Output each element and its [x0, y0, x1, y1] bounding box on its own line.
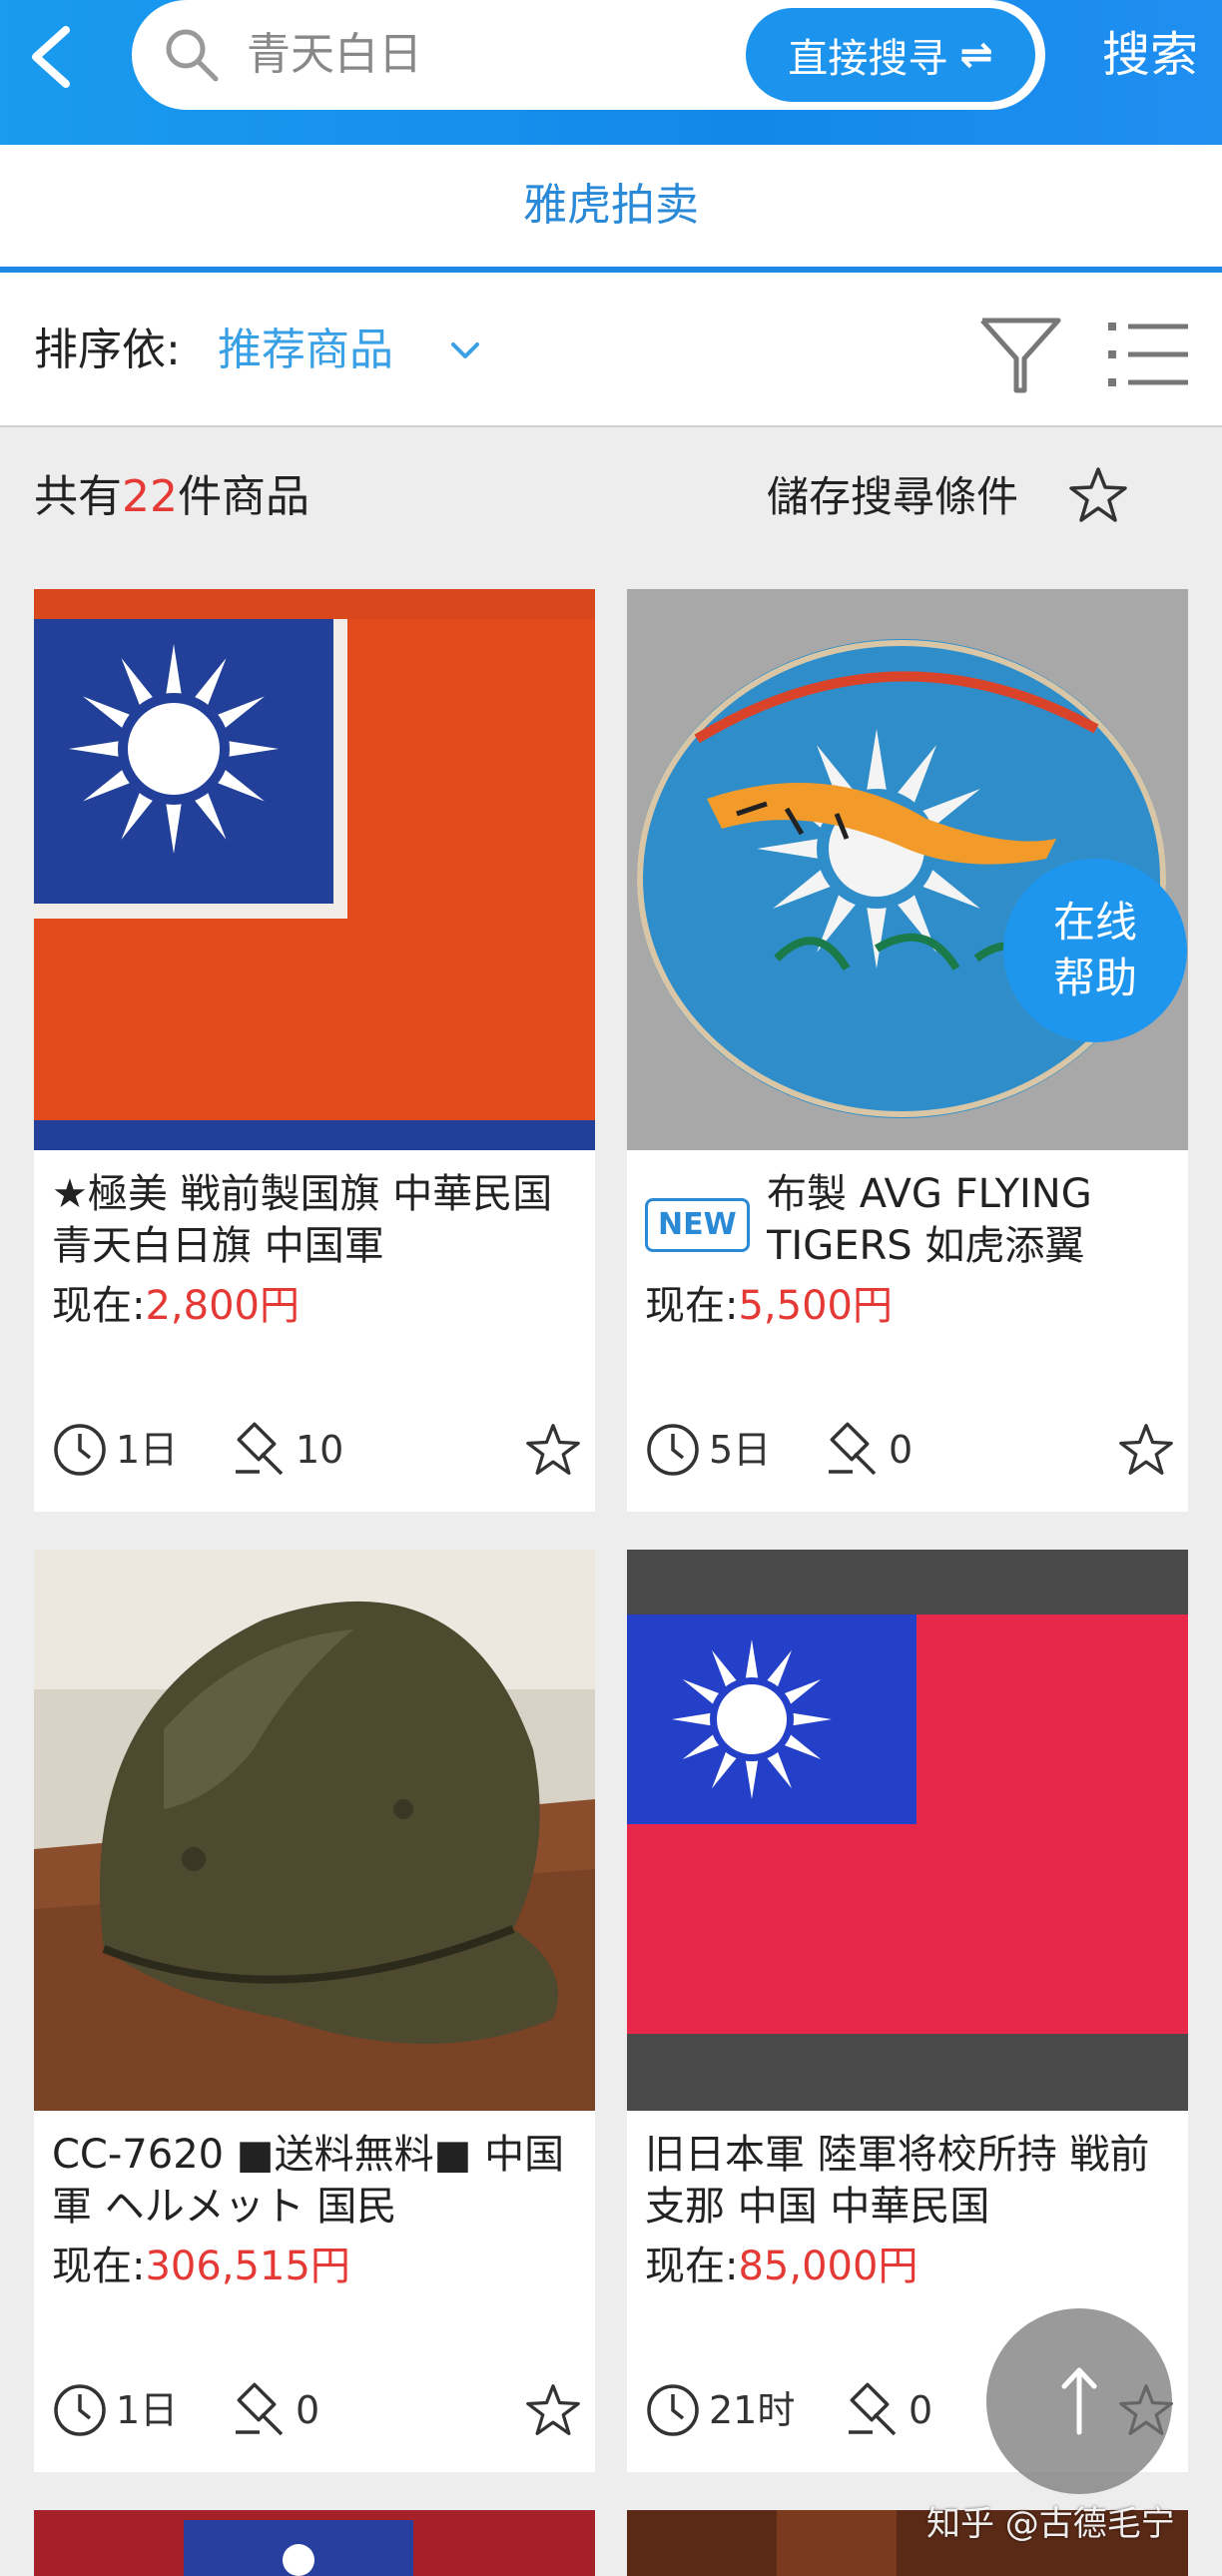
star-icon[interactable] [1068, 465, 1128, 525]
search-input[interactable]: 青天白日 直接搜寻 ⇌ [132, 0, 1045, 110]
product-image-helmet[interactable] [34, 1550, 595, 2111]
back-to-top-button[interactable] [986, 2308, 1172, 2494]
clock-icon [54, 1424, 106, 1476]
product-image-flag[interactable] [627, 1550, 1188, 2111]
product-meta: 5日 0 [645, 1420, 1174, 1480]
arrow-up-icon [1061, 2367, 1097, 2435]
back-button[interactable] [22, 22, 82, 92]
price-label: 现在: [645, 1283, 739, 1329]
clock-icon [54, 2384, 106, 2436]
top-bar: 青天白日 直接搜寻 ⇌ 搜索 [0, 0, 1222, 145]
tab-bar: 雅虎拍卖 [0, 145, 1222, 273]
price-label: 现在: [52, 1283, 146, 1329]
search-button[interactable]: 搜索 [1078, 0, 1222, 110]
product-info: ★極美 戦前製国旗 中華民国 青天白日旗 中国軍 现在:2,800円 1日 10 [34, 1150, 595, 1512]
time-left: 21时 [709, 2388, 796, 2432]
gavel-icon [849, 2382, 897, 2436]
bid-count: 10 [296, 1428, 344, 1472]
save-search-button[interactable]: 儲存搜尋條件 [767, 427, 1018, 567]
product-info: NEW 布製 AVG FLYING TIGERS 如虎添翼 现在:5,500円 … [627, 1150, 1188, 1512]
time-left: 1日 [116, 1428, 179, 1472]
product-price: 现在:2,800円 [52, 1278, 300, 1334]
watermark: 知乎 @古德毛宁 [926, 2504, 1175, 2544]
star-icon[interactable] [525, 1422, 581, 1478]
product-info: CC-7620 ■送料無料■ 中国軍 ヘルメット 国民 现在:306,515円 … [34, 2111, 595, 2472]
results-count: 共有22件商品 [34, 427, 309, 567]
bid-count: 0 [909, 2388, 933, 2432]
sort-label: 排序依: [34, 324, 181, 375]
product-card[interactable]: CC-7620 ■送料無料■ 中国軍 ヘルメット 国民 现在:306,515円 … [34, 1550, 595, 2472]
bid-count: 0 [889, 1428, 914, 1472]
product-meta: 1日 0 [52, 2380, 581, 2440]
product-title[interactable]: 旧日本軍 陸軍将校所持 戦前 支那 中国 中華民国 [645, 2129, 1174, 2233]
product-title[interactable]: ★極美 戦前製国旗 中華民国 青天白日旗 中国軍 [52, 1168, 581, 1272]
results-prefix: 共有 [34, 471, 122, 522]
direct-search-button[interactable]: 直接搜寻 ⇌ [746, 8, 1035, 102]
gavel-icon [829, 1422, 877, 1476]
price-label: 现在: [645, 2244, 739, 2289]
direct-search-label: 直接搜寻 [788, 36, 948, 82]
swap-arrows-icon: ⇌ [959, 32, 993, 78]
results-count-row: 共有22件商品 儲存搜尋條件 [0, 427, 1222, 567]
back-icon [32, 26, 70, 88]
clock-icon [647, 2384, 699, 2436]
product-meta: 1日 10 [52, 1420, 581, 1480]
filter-icon[interactable] [978, 313, 1062, 396]
time-left: 5日 [709, 1428, 772, 1472]
tab-yahoo-auction[interactable]: 雅虎拍卖 [0, 145, 1222, 267]
clock-icon [647, 1424, 699, 1476]
product-card[interactable] [34, 2510, 595, 2576]
product-card[interactable]: NEW 布製 AVG FLYING TIGERS 如虎添翼 现在:5,500円 … [627, 589, 1188, 1512]
price-label: 现在: [52, 2244, 146, 2289]
price-value: 85,000円 [738, 2244, 918, 2289]
product-price: 现在:85,000円 [645, 2239, 917, 2294]
results-suffix: 件商品 [178, 471, 309, 522]
sort-dropdown[interactable]: 推荐商品 [218, 273, 393, 427]
list-view-icon[interactable] [1106, 313, 1190, 396]
product-title[interactable]: CC-7620 ■送料無料■ 中国軍 ヘルメット 国民 [52, 2129, 581, 2233]
time-left: 1日 [116, 2388, 179, 2432]
product-image-flag[interactable] [34, 2510, 595, 2576]
product-price: 现在:5,500円 [645, 1278, 893, 1334]
new-badge: NEW [645, 1198, 750, 1252]
search-icon [166, 29, 219, 82]
star-icon[interactable] [1118, 1422, 1174, 1478]
product-image-flag[interactable] [34, 589, 595, 1150]
gavel-icon [236, 2382, 284, 2436]
online-help-button[interactable]: 在线 帮助 [1003, 859, 1187, 1042]
search-query-text: 青天白日 [247, 29, 422, 80]
chevron-down-icon[interactable] [445, 330, 485, 370]
price-value: 2,800円 [145, 1283, 300, 1329]
help-line-1: 在线 [1052, 898, 1137, 947]
bid-count: 0 [296, 2388, 320, 2432]
help-line-2: 帮助 [1052, 954, 1137, 1002]
product-price: 现在:306,515円 [52, 2239, 350, 2294]
star-icon[interactable] [525, 2382, 581, 2438]
price-value: 5,500円 [738, 1283, 893, 1329]
product-title[interactable]: 布製 AVG FLYING TIGERS 如虎添翼 [767, 1168, 1176, 1272]
results-number: 22 [122, 471, 178, 522]
gavel-icon [236, 1422, 284, 1476]
price-value: 306,515円 [145, 2244, 350, 2289]
sort-bar: 排序依: 推荐商品 [0, 273, 1222, 427]
product-card[interactable]: ★極美 戦前製国旗 中華民国 青天白日旗 中国軍 现在:2,800円 1日 10 [34, 589, 595, 1512]
